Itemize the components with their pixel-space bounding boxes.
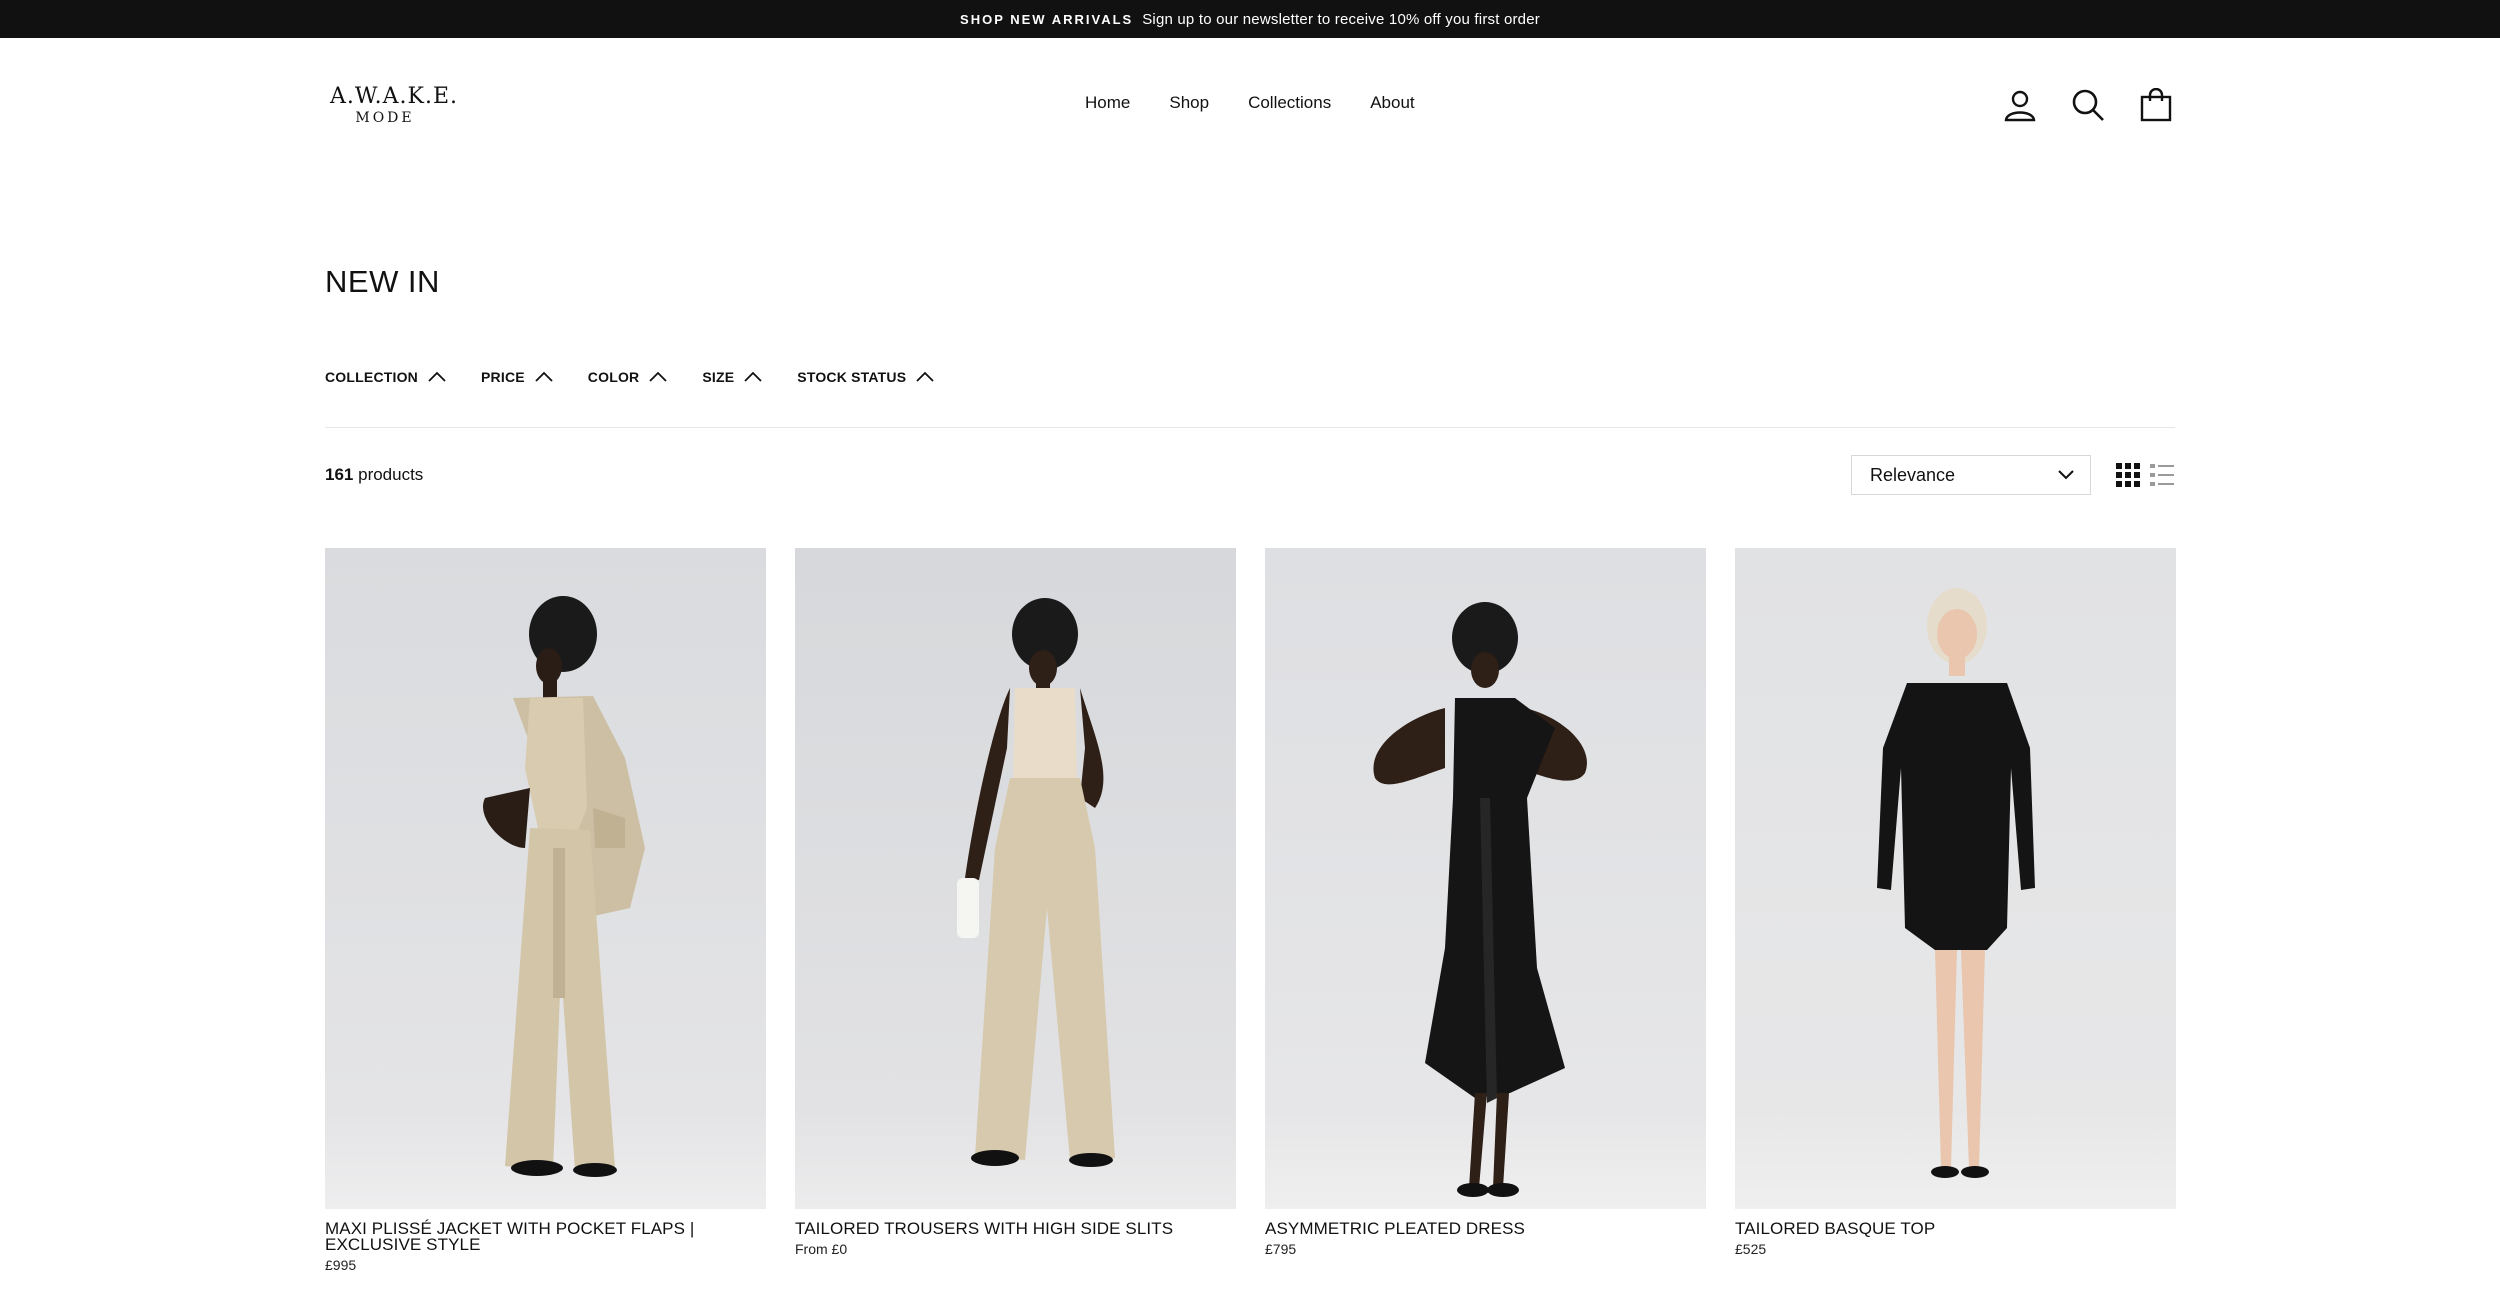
filter-price[interactable]: PRICE [481, 369, 553, 385]
product-image[interactable] [795, 548, 1236, 1209]
search-icon[interactable] [2071, 88, 2105, 122]
sort-selected-value: Relevance [1870, 464, 1956, 485]
nav-home[interactable]: Home [1085, 93, 1130, 113]
chevron-down-icon [2058, 470, 2074, 480]
filter-label: COLLECTION [325, 369, 418, 385]
nav-collections[interactable]: Collections [1248, 93, 1331, 113]
filter-label: PRICE [481, 369, 525, 385]
product-price: £525 [1735, 1241, 1767, 1257]
page-title: NEW IN [325, 264, 440, 299]
filter-stock-status[interactable]: STOCK STATUS [797, 369, 934, 385]
product-price: £995 [325, 1257, 357, 1273]
filter-label: STOCK STATUS [797, 369, 907, 385]
product-image[interactable] [1265, 548, 1706, 1209]
chevron-up-icon [535, 371, 553, 382]
filter-size[interactable]: SIZE [702, 369, 762, 385]
product-count: 161 products [325, 465, 423, 485]
chevron-up-icon [916, 371, 934, 382]
nav-about[interactable]: About [1370, 93, 1414, 113]
logo-line-2: MODE [355, 110, 415, 126]
announcement-bar[interactable]: SHOP NEW ARRIVALS Sign up to our newslet… [0, 0, 2500, 38]
product-price: £795 [1265, 1241, 1297, 1257]
account-icon[interactable] [2003, 88, 2037, 122]
grid-view-icon[interactable] [2116, 463, 2140, 487]
filter-collection[interactable]: COLLECTION [325, 369, 446, 385]
product-grid: MAXI PLISSÉ JACKET WITH POCKET FLAPS | E… [325, 548, 2176, 1273]
main-nav: Home Shop Collections About [1085, 93, 1415, 113]
announcement-highlight[interactable]: SHOP NEW ARRIVALS [960, 12, 1133, 27]
announcement-text: Sign up to our newsletter to receive 10%… [1142, 10, 1540, 28]
product-count-label: products [358, 465, 424, 484]
chevron-up-icon [428, 371, 446, 382]
cart-icon[interactable] [2139, 87, 2173, 122]
product-card[interactable]: ASYMMETRIC PLEATED DRESS £795 [1265, 548, 1706, 1273]
product-name[interactable]: MAXI PLISSÉ JACKET WITH POCKET FLAPS | E… [325, 1220, 766, 1253]
product-count-number: 161 [325, 465, 354, 484]
product-card[interactable]: TAILORED TROUSERS WITH HIGH SIDE SLITS F… [795, 548, 1236, 1273]
product-card[interactable]: MAXI PLISSÉ JACKET WITH POCKET FLAPS | E… [325, 548, 766, 1273]
product-image[interactable] [1735, 548, 2176, 1209]
product-name[interactable]: TAILORED BASQUE TOP [1735, 1220, 2176, 1237]
chevron-up-icon [649, 371, 667, 382]
logo-line-1: A.W.A.K.E. [330, 84, 459, 109]
chevron-up-icon [744, 371, 762, 382]
filter-label: COLOR [587, 369, 640, 385]
product-image[interactable] [325, 548, 766, 1209]
filter-divider [325, 427, 2175, 428]
brand-logo[interactable]: A.W.A.K.E. MODE [330, 84, 459, 126]
product-price: From £0 [795, 1241, 848, 1257]
sort-select[interactable]: Relevance [1851, 455, 2091, 495]
product-name[interactable]: ASYMMETRIC PLEATED DRESS [1265, 1220, 1706, 1237]
filter-bar: COLLECTION PRICE COLOR SIZE STOCK STATUS [325, 369, 934, 385]
nav-shop[interactable]: Shop [1169, 93, 1209, 113]
filter-color[interactable]: COLOR [588, 369, 668, 385]
filter-label: SIZE [702, 369, 735, 385]
list-view-icon[interactable] [2150, 463, 2174, 487]
product-card[interactable]: TAILORED BASQUE TOP £525 [1735, 548, 2176, 1273]
product-name[interactable]: TAILORED TROUSERS WITH HIGH SIDE SLITS [795, 1220, 1236, 1237]
